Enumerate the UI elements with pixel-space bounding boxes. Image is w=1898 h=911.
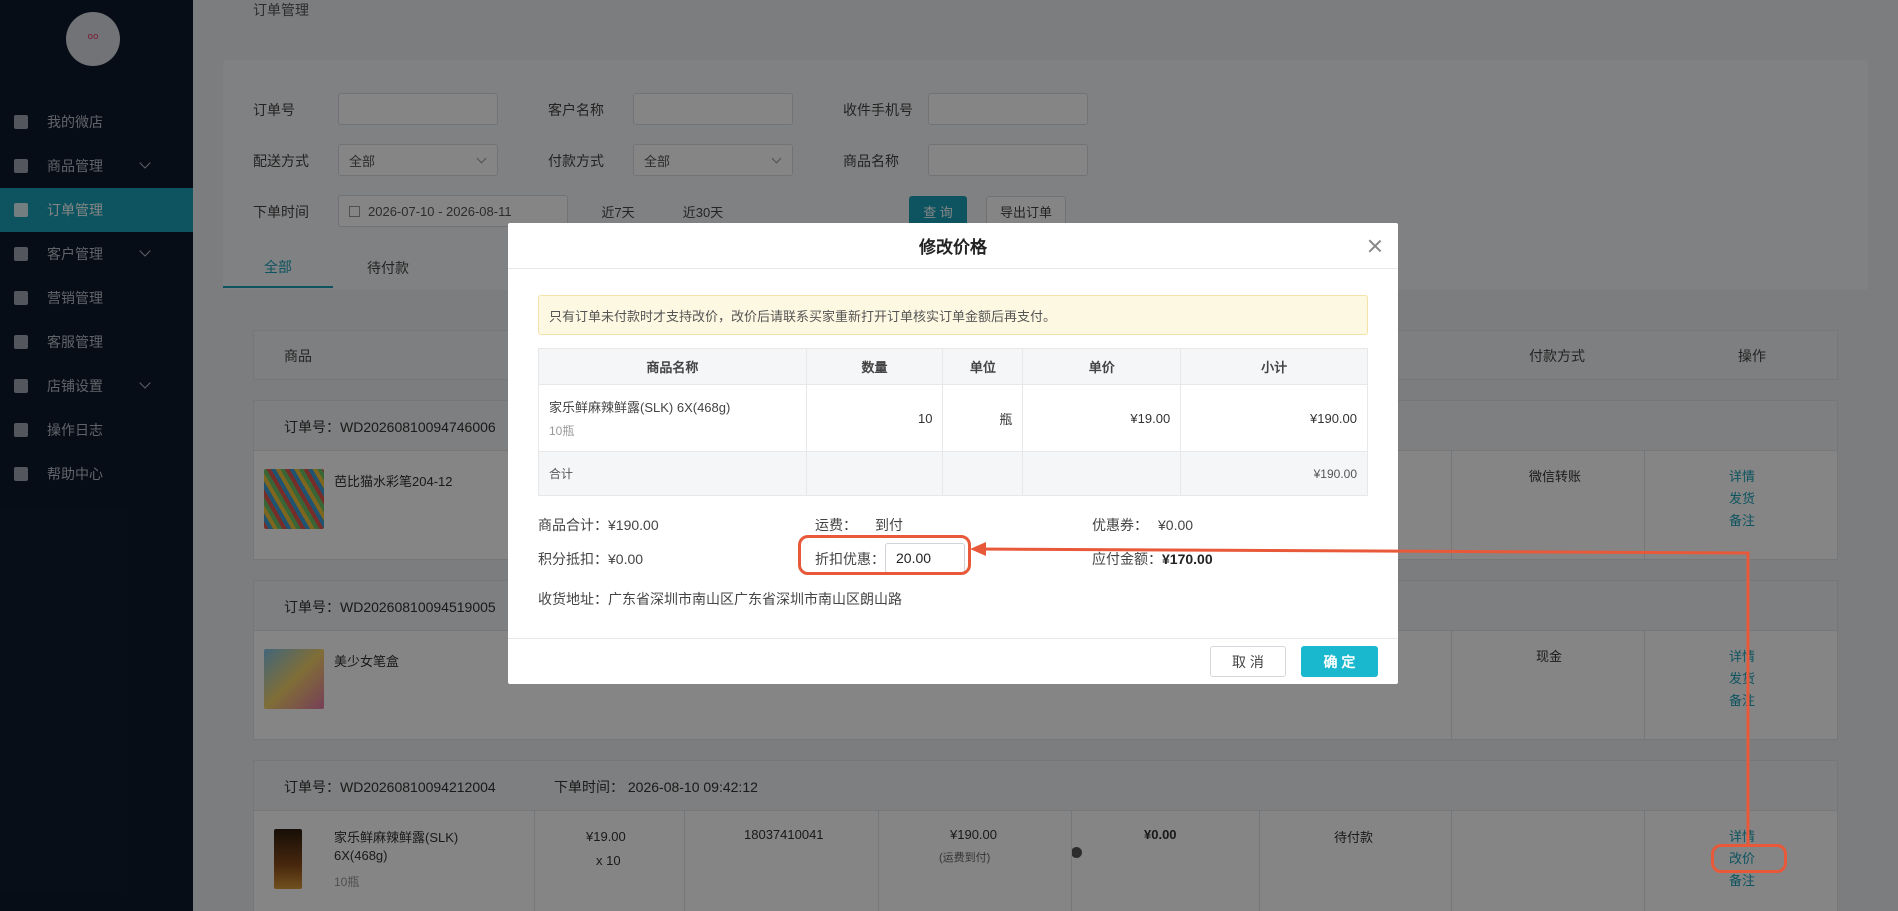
coupon-value: ¥0.00 xyxy=(1158,517,1194,533)
payable: 应付金额：¥170.00 xyxy=(1092,549,1213,569)
price-table-header: 商品名称 数量 单位 单价 小计 xyxy=(538,348,1368,385)
col-price: 单价 xyxy=(1022,348,1182,385)
item-unit: 瓶 xyxy=(942,384,1024,452)
col-quantity: 数量 xyxy=(805,348,944,385)
address-label: 收货地址： xyxy=(538,591,608,607)
dialog-title: 修改价格 xyxy=(508,223,1398,269)
goods-total-value: ¥190.00 xyxy=(608,517,659,533)
item-price: ¥19.00 xyxy=(1022,384,1182,452)
freight: 运费： 到付 xyxy=(815,515,903,535)
close-icon[interactable] xyxy=(1366,237,1384,255)
change-price-dialog: 修改价格 只有订单未付款时才支持改价，改价后请联系买家重新打开订单核实订单金额后… xyxy=(508,223,1398,684)
points-label: 积分抵扣： xyxy=(538,551,608,567)
freight-label: 运费： xyxy=(815,517,857,533)
total-label: 合计 xyxy=(538,451,807,496)
address-value: 广东省深圳市南山区广东省深圳市南山区朗山路 xyxy=(608,591,902,607)
item-spec: 10瓶 xyxy=(549,424,575,438)
points-value: ¥0.00 xyxy=(608,551,644,567)
table-row: 家乐鲜麻辣鲜露(SLK) 6X(468g) 10瓶 10 瓶 ¥19.00 ¥1… xyxy=(538,384,1368,452)
highlight-change-price xyxy=(1711,844,1787,873)
payable-value: ¥170.00 xyxy=(1162,551,1213,567)
points-deduction: 积分抵扣：¥0.00 xyxy=(538,549,643,569)
coupon-label: 优惠券： xyxy=(1092,517,1148,533)
freight-value: 到付 xyxy=(875,517,903,533)
dialog-footer: 取 消 确 定 xyxy=(508,638,1398,684)
col-product-name: 商品名称 xyxy=(538,348,807,385)
goods-total: 商品合计：¥190.00 xyxy=(538,515,659,535)
cancel-button[interactable]: 取 消 xyxy=(1210,646,1286,677)
item-qty: 10 xyxy=(805,384,944,452)
confirm-button[interactable]: 确 定 xyxy=(1301,646,1378,677)
total-value: ¥190.00 xyxy=(1180,451,1368,496)
goods-total-label: 商品合计： xyxy=(538,517,608,533)
notice-banner: 只有订单未付款时才支持改价，改价后请联系买家重新打开订单核实订单金额后再支付。 xyxy=(538,295,1368,335)
col-unit: 单位 xyxy=(942,348,1024,385)
item-subtotal: ¥190.00 xyxy=(1180,384,1368,452)
col-subtotal: 小计 xyxy=(1180,348,1368,385)
address: 收货地址：广东省深圳市南山区广东省深圳市南山区朗山路 xyxy=(538,589,902,609)
item-name: 家乐鲜麻辣鲜露(SLK) 6X(468g) xyxy=(549,400,731,415)
highlight-discount xyxy=(798,535,971,575)
coupon: 优惠券： ¥0.00 xyxy=(1092,515,1193,535)
payable-label: 应付金额： xyxy=(1092,551,1162,567)
price-table: 商品名称 数量 单位 单价 小计 家乐鲜麻辣鲜露(SLK) 6X(468g) 1… xyxy=(538,348,1368,496)
total-row: 合计 ¥190.00 xyxy=(538,451,1368,496)
